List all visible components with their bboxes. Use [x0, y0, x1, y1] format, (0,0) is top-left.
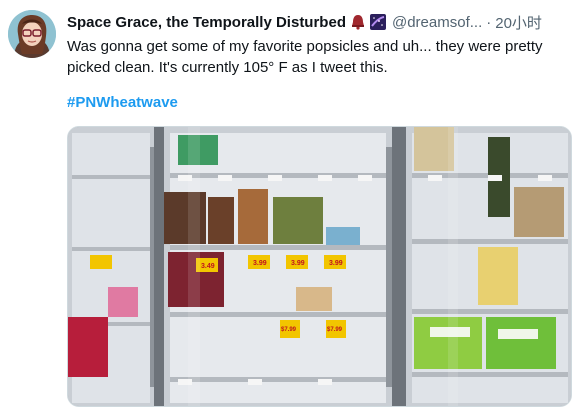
separator-dot: ·: [486, 13, 492, 31]
timestamp[interactable]: 20小时: [495, 12, 542, 33]
tweet-card[interactable]: Space Grace, the Temporally Disturbed @d…: [0, 0, 585, 409]
price-tag-2: 3.99: [253, 260, 267, 267]
display-name[interactable]: Space Grace, the Temporally Disturbed: [67, 14, 346, 31]
tweet-photo[interactable]: 3.49 3.99 3.99 3.99 $7.99 $7.99: [67, 126, 572, 407]
price-tag-6: $7.99: [327, 327, 343, 333]
user-handle[interactable]: @dreamsof...: [392, 14, 482, 31]
avatar[interactable]: [8, 10, 56, 58]
bell-emoji-icon: [350, 14, 366, 30]
price-tag-3: 3.99: [291, 260, 305, 267]
price-tag-1: 3.49: [201, 263, 215, 270]
hashtag-link[interactable]: #PNWheatwave: [67, 94, 178, 111]
tweet-header: Space Grace, the Temporally Disturbed @d…: [67, 11, 577, 33]
price-tag-5: $7.99: [281, 327, 297, 333]
tweet-text: Was gonna get some of my favorite popsic…: [67, 38, 543, 76]
freezer-photo: 3.49 3.99 3.99 3.99 $7.99 $7.99: [68, 127, 571, 406]
price-tag-4: 3.99: [329, 260, 343, 267]
galaxy-emoji-icon: [369, 14, 386, 30]
